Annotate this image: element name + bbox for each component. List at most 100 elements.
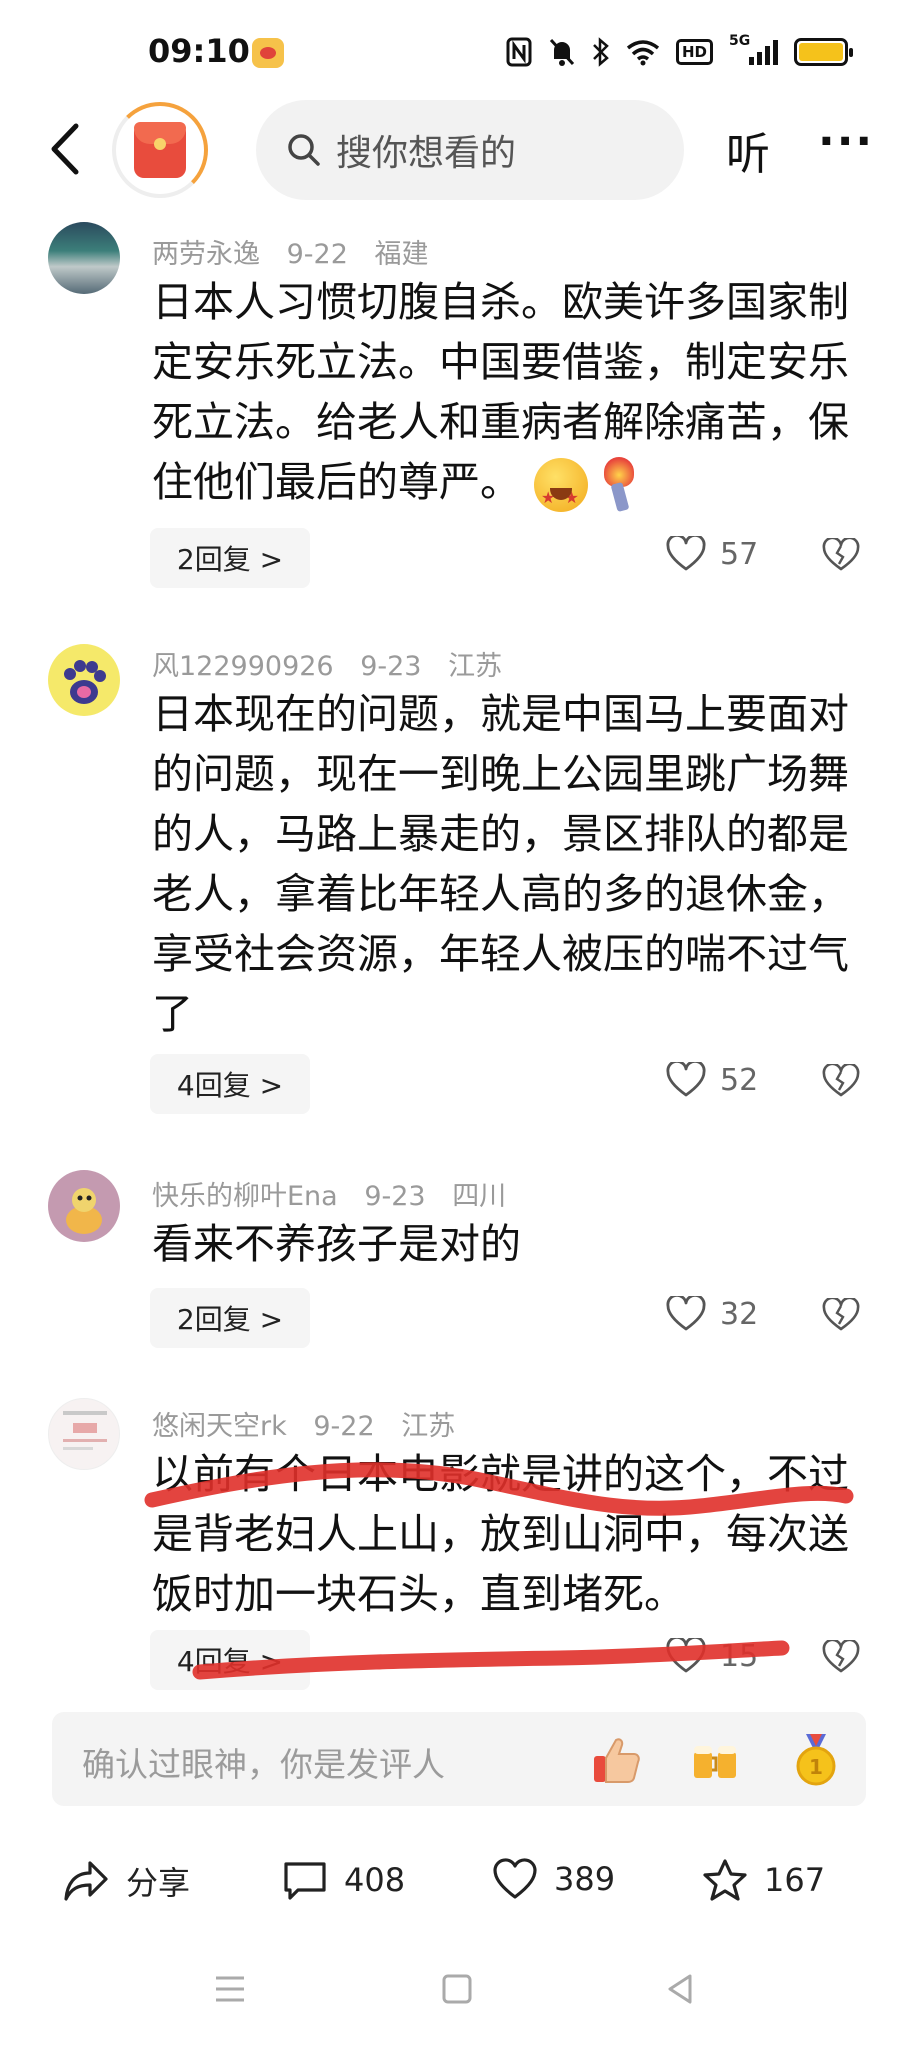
paw-avatar-icon bbox=[64, 660, 106, 704]
back-nav-button[interactable] bbox=[664, 1972, 698, 2010]
home-nav-button[interactable] bbox=[440, 1972, 474, 2010]
triangle-back-icon bbox=[668, 1974, 692, 2004]
dislike-button[interactable] bbox=[822, 1296, 860, 1336]
comment-meta: 风122990926 9-23 江苏 bbox=[152, 644, 520, 683]
comment-location: 江苏 bbox=[448, 651, 503, 682]
like-button[interactable]: 32 bbox=[666, 1296, 758, 1332]
comment-date: 9-23 bbox=[364, 1181, 426, 1212]
like-button[interactable]: 15 bbox=[666, 1638, 758, 1674]
comment-item: 悠闲天空rk 9-22 江苏 以前有个日本电影就是讲的这个，不过是背老妇人上山，… bbox=[0, 1394, 918, 1694]
broken-heart-icon bbox=[822, 1296, 860, 1331]
heart-icon bbox=[493, 1858, 537, 1899]
thumbs-up-emoji-button[interactable] bbox=[588, 1732, 644, 1788]
comment-body: 日本人习惯切腹自杀。欧美许多国家制定安乐死立法。中国要借鉴，制定安乐死立法。给老… bbox=[152, 278, 849, 506]
red-packet-button[interactable] bbox=[112, 102, 208, 198]
status-bar: 09:10 HD 5G bbox=[0, 0, 918, 100]
svg-text:1: 1 bbox=[809, 1755, 823, 1779]
battery-icon bbox=[794, 38, 853, 66]
like-count: 15 bbox=[720, 1638, 759, 1674]
avatar[interactable] bbox=[48, 1170, 120, 1242]
menu-lines-icon bbox=[216, 1976, 244, 2002]
heart-icon bbox=[666, 1062, 706, 1097]
comment-date: 9-23 bbox=[360, 651, 422, 682]
replies-button[interactable]: 2回复 > bbox=[150, 528, 310, 588]
cartoon-avatar-icon bbox=[66, 1188, 102, 1234]
favorite-button[interactable]: 167 bbox=[702, 1858, 825, 1902]
listen-button[interactable]: 听 bbox=[726, 118, 770, 182]
comment-text: 看来不养孩子是对的 bbox=[152, 1220, 521, 1268]
star-eyes-emoji bbox=[534, 458, 589, 528]
heart-icon bbox=[666, 1638, 706, 1673]
comments-button[interactable]: 408 bbox=[282, 1858, 405, 1902]
share-arrow-icon bbox=[64, 1861, 108, 1901]
signal-icon: 5G bbox=[729, 33, 778, 69]
username[interactable]: 风122990926 bbox=[152, 651, 334, 682]
wifi-icon bbox=[626, 35, 660, 69]
username[interactable]: 悠闲天空rk bbox=[152, 1411, 287, 1442]
favorites-count: 167 bbox=[764, 1861, 826, 1899]
comment-bubble-icon bbox=[284, 1862, 326, 1900]
like-count: 52 bbox=[720, 1062, 759, 1098]
replies-button[interactable]: 4回复 > bbox=[150, 1054, 310, 1114]
username[interactable]: 两劳永逸 bbox=[152, 239, 260, 270]
share-button[interactable]: 分享 bbox=[62, 1858, 190, 1904]
beer-mugs-icon bbox=[694, 1746, 736, 1778]
search-placeholder: 搜你想看的 bbox=[336, 133, 517, 174]
heart-icon bbox=[666, 1296, 706, 1331]
avatar[interactable] bbox=[48, 222, 120, 294]
network-type-label: 5G bbox=[729, 33, 751, 49]
like-button[interactable]: 52 bbox=[666, 1062, 758, 1098]
dislike-button[interactable] bbox=[822, 1638, 860, 1678]
comment-location: 四川 bbox=[452, 1181, 507, 1212]
top-nav: 搜你想看的 听 ··· bbox=[0, 100, 918, 200]
like-count: 57 bbox=[720, 536, 759, 572]
comment-item: 风122990926 9-23 江苏 日本现在的问题，就是中国马上要面对的问题，… bbox=[0, 634, 918, 1134]
square-home-icon bbox=[442, 1974, 472, 2004]
more-button[interactable]: ··· bbox=[818, 116, 874, 167]
comment-date: 9-22 bbox=[286, 239, 348, 270]
broken-heart-icon bbox=[822, 1062, 860, 1097]
comment-text: 以前有个日本电影就是讲的这个，不过是背老妇人上山，放到山洞中，每次送饭时加一块石… bbox=[152, 1450, 849, 1618]
broken-heart-icon bbox=[822, 536, 860, 571]
broken-heart-icon bbox=[822, 1638, 860, 1673]
red-envelope-icon bbox=[134, 122, 186, 178]
comment-meta: 两劳永逸 9-22 福建 bbox=[152, 232, 446, 271]
avatar[interactable] bbox=[48, 1398, 120, 1470]
search-icon bbox=[288, 134, 320, 166]
comment-text: 日本现在的问题，就是中国马上要面对的问题，现在一到晚上公园里跳广场舞的人，马路上… bbox=[152, 690, 849, 1038]
comment-input[interactable]: 确认过眼神，你是发评人 1 bbox=[52, 1712, 866, 1806]
avatar[interactable] bbox=[48, 644, 120, 716]
comment-item: 两劳永逸 9-22 福建 日本人习惯切腹自杀。欧美许多国家制定安乐死立法。中国要… bbox=[0, 222, 918, 592]
likes-count: 389 bbox=[554, 1860, 616, 1898]
comment-item: 快乐的柳叶Ena 9-23 四川 看来不养孩子是对的 2回复 > 32 bbox=[0, 1164, 918, 1364]
comments-count: 408 bbox=[344, 1861, 406, 1899]
screenshot-avatar-icon bbox=[63, 1411, 107, 1450]
nfc-icon bbox=[506, 35, 532, 69]
like-button[interactable]: 57 bbox=[666, 536, 758, 572]
status-time: 09:10 bbox=[148, 32, 250, 70]
torch-emoji bbox=[596, 457, 640, 513]
chevron-left-icon bbox=[51, 123, 79, 175]
search-input[interactable]: 搜你想看的 bbox=[256, 100, 684, 200]
dislike-button[interactable] bbox=[822, 536, 860, 576]
medal-emoji-button[interactable]: 1 bbox=[788, 1732, 844, 1788]
dislike-button[interactable] bbox=[822, 1062, 860, 1102]
comment-date: 9-22 bbox=[313, 1411, 375, 1442]
mute-bell-icon bbox=[548, 35, 576, 69]
menu-nav-button[interactable] bbox=[212, 1972, 248, 2010]
replies-button[interactable]: 2回复 > bbox=[150, 1288, 310, 1348]
comment-meta: 悠闲天空rk 9-22 江苏 bbox=[152, 1404, 473, 1443]
comment-location: 江苏 bbox=[401, 1411, 456, 1442]
share-label: 分享 bbox=[126, 1864, 191, 1902]
weibo-notification-icon bbox=[252, 38, 284, 68]
like-count: 32 bbox=[720, 1296, 759, 1332]
replies-button[interactable]: 4回复 > bbox=[150, 1630, 310, 1690]
like-post-button[interactable]: 389 bbox=[492, 1858, 615, 1900]
username[interactable]: 快乐的柳叶Ena bbox=[152, 1181, 338, 1212]
bottom-action-bar: 分享 408 389 167 bbox=[0, 1832, 918, 1932]
cheers-emoji-button[interactable] bbox=[688, 1732, 744, 1788]
back-button[interactable] bbox=[42, 118, 92, 180]
comment-location: 福建 bbox=[374, 239, 429, 270]
comment-meta: 快乐的柳叶Ena 9-23 四川 bbox=[152, 1174, 524, 1213]
hd-indicator: HD bbox=[675, 39, 713, 65]
